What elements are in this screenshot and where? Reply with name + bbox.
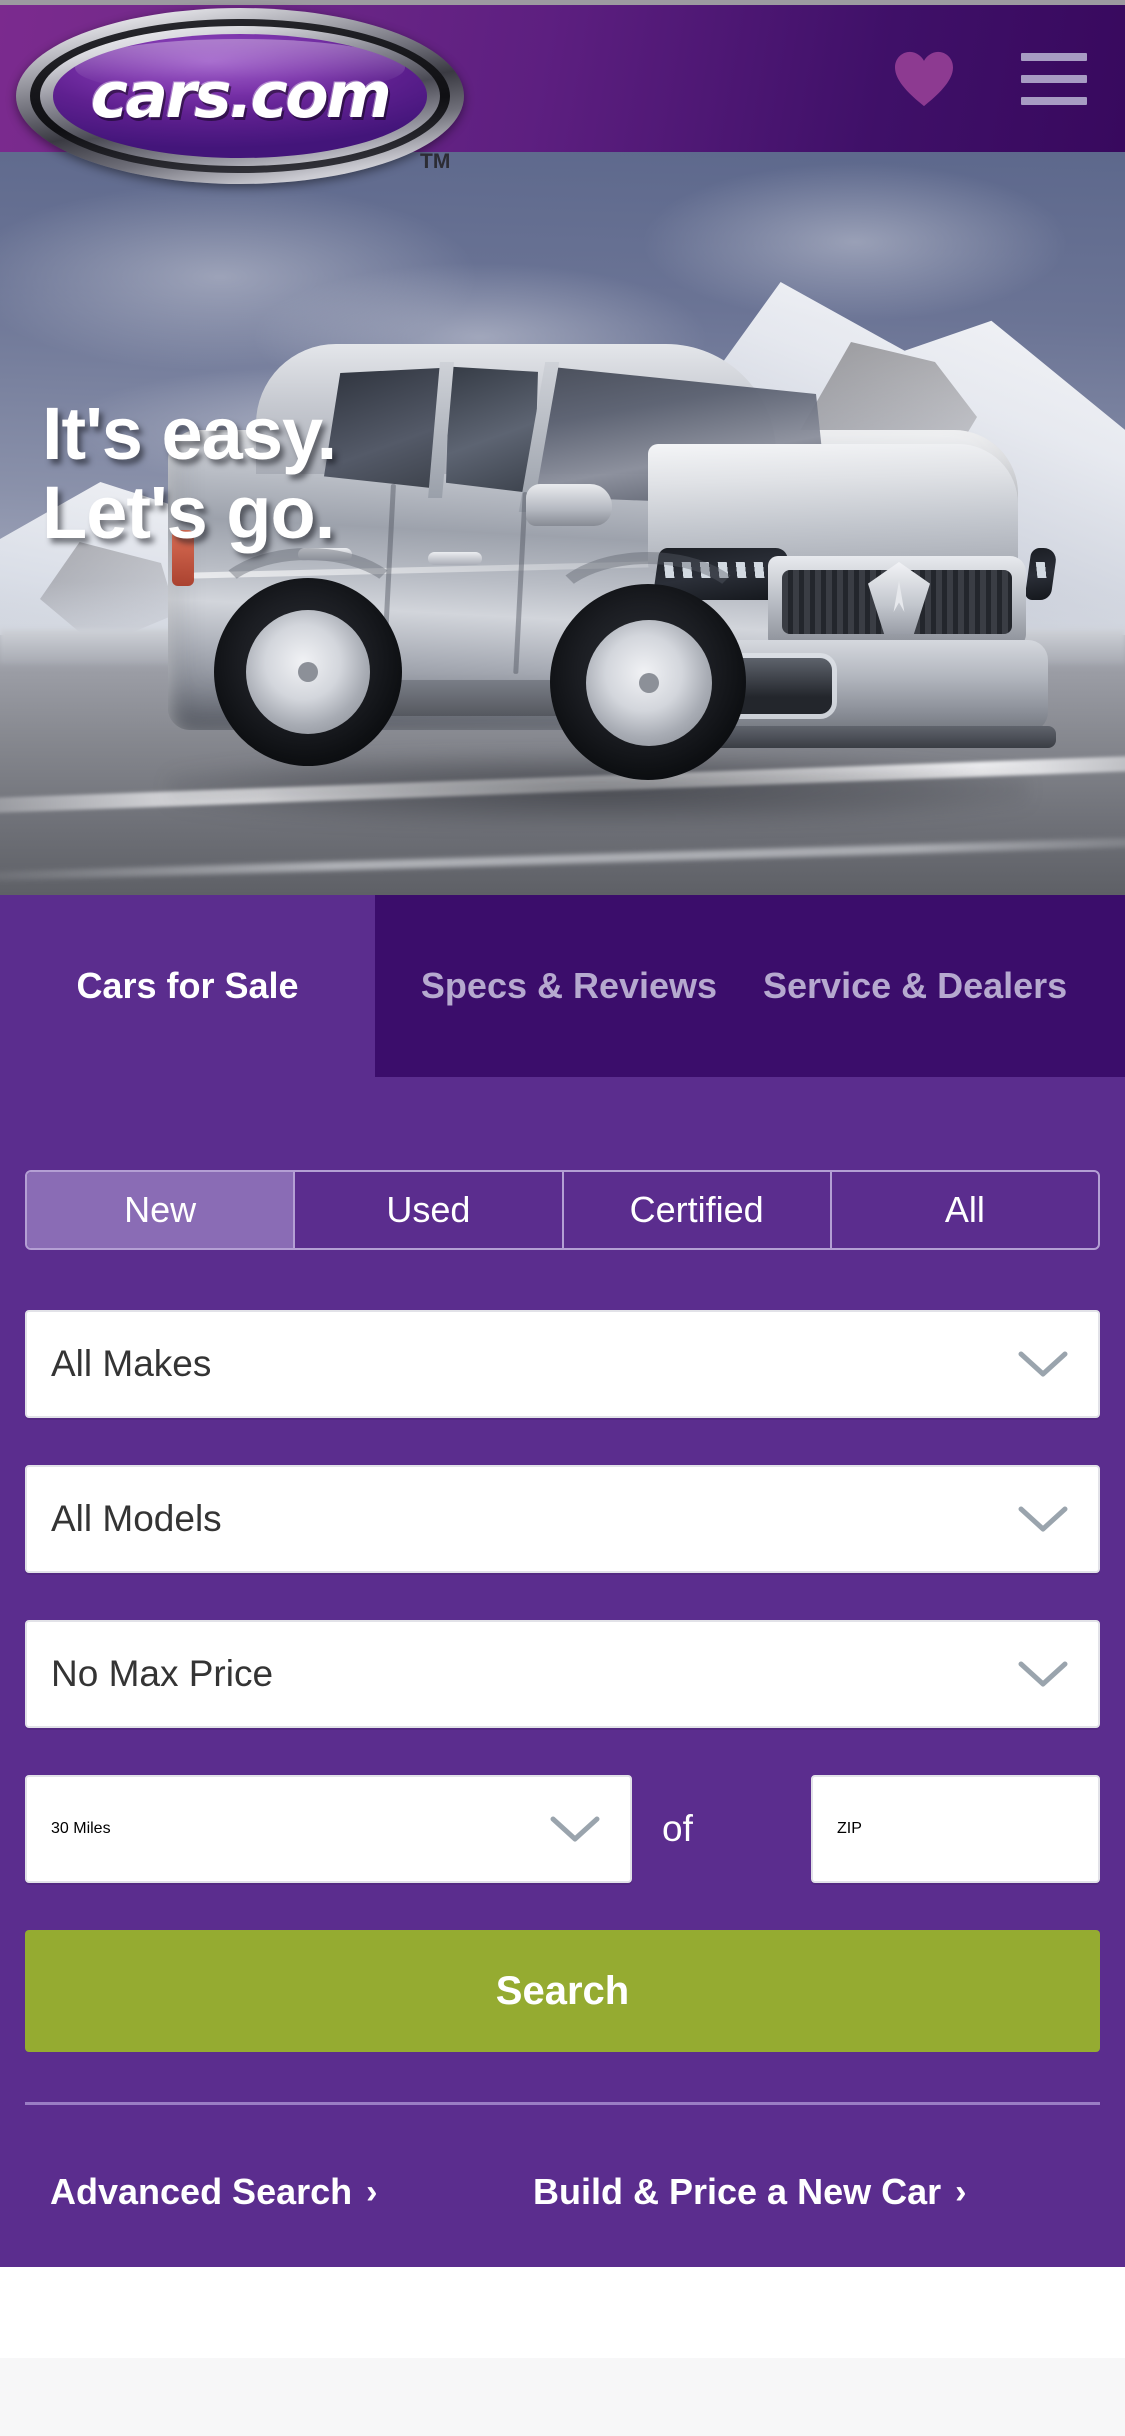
car-headlight-right: [1024, 548, 1058, 600]
zip-input-placeholder: ZIP: [837, 1820, 862, 1837]
condition-option-certified[interactable]: Certified: [564, 1172, 832, 1248]
distance-and-zip-row: 30 Miles of ZIP: [0, 1775, 1125, 1883]
content-section-gray: [0, 2358, 1125, 2436]
chevron-right-icon: ›: [366, 2173, 378, 2211]
car-front-hubcap: [639, 673, 659, 693]
condition-segmented-control: New Used Certified All: [25, 1170, 1100, 1250]
max-price-select[interactable]: No Max Price: [25, 1620, 1100, 1728]
condition-option-used[interactable]: Used: [295, 1172, 564, 1248]
primary-tab-bar: Cars for Sale Specs & Reviews Service & …: [0, 895, 1125, 1077]
chevron-down-icon: [550, 1816, 600, 1842]
model-select[interactable]: All Models: [25, 1465, 1100, 1573]
condition-option-new[interactable]: New: [27, 1172, 296, 1248]
model-select-value: All Models: [51, 1498, 222, 1539]
distance-select-value: 30 Miles: [51, 1820, 111, 1837]
panel-links: Advanced Search › Build & Price a New Ca…: [0, 2137, 1125, 2247]
cars-dot-com-mobile-homepage: cars.com TM It's easy. Let's go. Cars fo…: [0, 0, 1125, 2436]
heart-icon: [895, 51, 953, 106]
hamburger-line-1: [1021, 52, 1087, 61]
car-rear-window: [324, 368, 440, 489]
tab-specs-and-reviews[interactable]: Specs & Reviews: [375, 895, 763, 1077]
hamburger-line-3: [1021, 96, 1087, 105]
hero-banner: It's easy. Let's go.: [0, 152, 1125, 895]
condition-option-all[interactable]: All: [832, 1172, 1098, 1248]
car-side-mirror: [526, 484, 612, 526]
chevron-right-icon: ›: [955, 2173, 967, 2211]
header-actions: [893, 5, 1087, 152]
cars-dot-com-logo[interactable]: cars.com: [16, 8, 464, 184]
make-select[interactable]: All Makes: [25, 1310, 1100, 1418]
hero-headline-line-2: Let's go.: [42, 471, 335, 555]
advanced-search-label: Advanced Search: [50, 2171, 353, 2212]
chevron-down-icon: [1018, 1661, 1068, 1687]
advanced-search-link[interactable]: Advanced Search ›: [50, 2137, 377, 2247]
panel-divider: [25, 2102, 1100, 2105]
logo-wordmark: cars.com: [90, 58, 392, 132]
hamburger-menu-button[interactable]: [1021, 52, 1087, 105]
build-and-price-label: Build & Price a New Car: [533, 2171, 942, 2212]
chevron-down-icon: [1018, 1351, 1068, 1377]
hero-headline: It's easy. Let's go.: [42, 392, 337, 555]
content-section-white: [0, 2267, 1125, 2358]
tab-service-and-dealers[interactable]: Service & Dealers: [763, 895, 1125, 1077]
logo-purple-face: cars.com: [52, 34, 428, 158]
hero-headline-line-1: It's easy.: [42, 392, 337, 475]
hamburger-line-2: [1021, 74, 1087, 83]
car-door-handle: [428, 552, 482, 565]
cloud-shape: [640, 162, 1070, 322]
chevron-down-icon: [1018, 1506, 1068, 1532]
tab-cars-for-sale[interactable]: Cars for Sale: [0, 895, 375, 1077]
make-select-value: All Makes: [51, 1343, 212, 1384]
build-and-price-link[interactable]: Build & Price a New Car ›: [533, 2137, 966, 2247]
search-panel: New Used Certified All All Makes All Mod…: [0, 1077, 1125, 2267]
max-price-select-value: No Max Price: [51, 1653, 274, 1694]
search-button[interactable]: Search: [25, 1930, 1100, 2052]
distance-select[interactable]: 30 Miles: [25, 1775, 632, 1883]
of-label: of: [662, 1808, 693, 1849]
car-rear-hubcap: [298, 662, 318, 682]
trademark-mark: TM: [420, 150, 451, 173]
zip-input[interactable]: ZIP: [811, 1775, 1100, 1883]
car-led-strip: [1035, 562, 1048, 578]
favorites-button[interactable]: [893, 50, 955, 108]
